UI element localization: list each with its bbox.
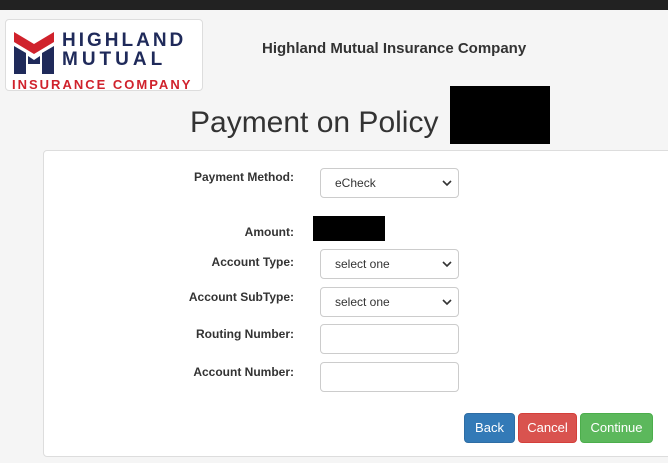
payment-method-select[interactable]: eCheck (320, 168, 459, 198)
account-number-label: Account Number: (193, 365, 294, 379)
account-subtype-label: Account SubType: (188, 290, 294, 304)
account-subtype-select[interactable]: select one (320, 287, 459, 317)
company-name: Highland Mutual Insurance Company (262, 40, 527, 57)
account-number-input[interactable] (320, 362, 459, 392)
account-type-select[interactable]: select one (320, 249, 459, 279)
policy-number-redacted (450, 86, 550, 144)
company-logo[interactable]: HIGHLAND MUTUAL INSURANCE COMPANY (5, 19, 203, 91)
amount-label: Amount: (244, 225, 294, 239)
continue-button[interactable]: Continue (580, 413, 653, 443)
page-title: Payment on Policy (190, 106, 439, 139)
payment-method-label: Payment Method: (193, 170, 294, 184)
logo-text-mutual: MUTUAL (62, 49, 167, 70)
payment-method-value: eCheck (335, 176, 376, 190)
chevron-down-icon (442, 180, 452, 187)
chevron-down-icon (442, 299, 452, 306)
account-type-label: Account Type: (211, 255, 294, 269)
back-button[interactable]: Back (464, 413, 515, 443)
routing-number-input[interactable] (320, 324, 459, 354)
chevron-down-icon (442, 261, 452, 268)
amount-value-redacted (313, 216, 385, 241)
top-bar (0, 0, 668, 10)
cancel-button[interactable]: Cancel (518, 413, 577, 443)
logo-text-insurance-company: INSURANCE COMPANY (12, 77, 193, 92)
logo-text-highland: HIGHLAND (62, 30, 187, 51)
account-type-value: select one (335, 257, 390, 271)
highland-logo-icon (14, 32, 54, 74)
account-subtype-value: select one (335, 295, 390, 309)
routing-number-label: Routing Number: (196, 327, 294, 341)
